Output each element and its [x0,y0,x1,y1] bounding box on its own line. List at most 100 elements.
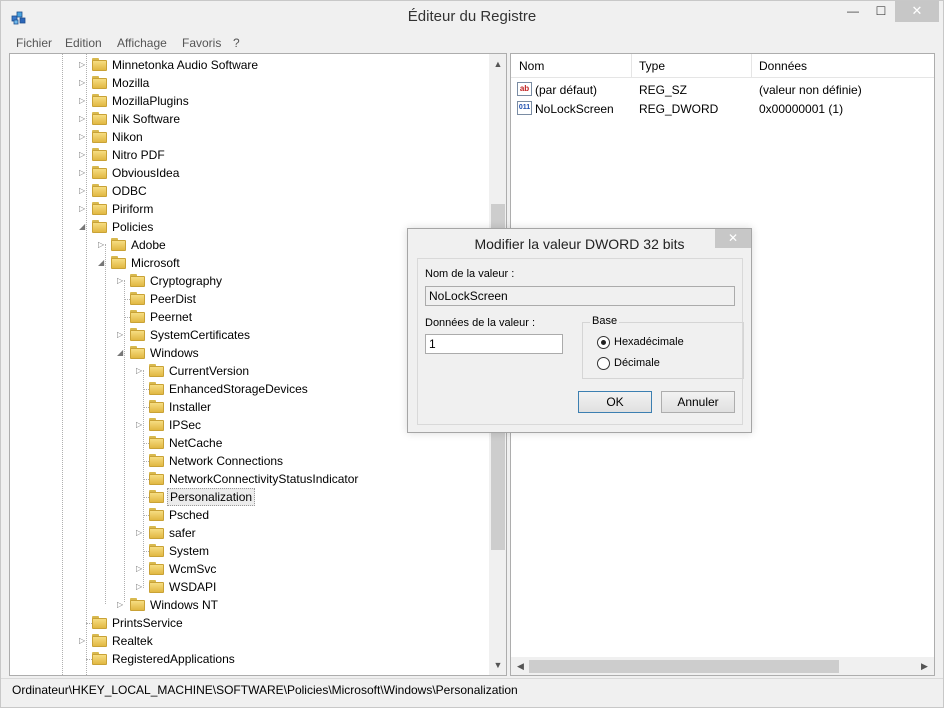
folder-icon [149,562,164,575]
tree-node[interactable]: ▷ Minnetonka Audio Software [10,56,488,74]
value-data-input[interactable]: 1 [425,334,563,354]
tree-node[interactable]: ▷ Mozilla [10,74,488,92]
tree-node[interactable]: ▷ Realtek [10,632,488,650]
folder-icon [149,382,164,395]
expand-arrow-icon[interactable]: ▷ [79,200,88,218]
expand-arrow-icon[interactable]: ▷ [79,56,88,74]
title-bar[interactable]: Éditeur du Registre — ☐ ✕ [1,1,943,32]
expand-arrow-icon[interactable]: ▷ [136,524,145,542]
menu-help[interactable]: ? [233,36,240,50]
tree-node[interactable]: NetworkConnectivityStatusIndicator [10,470,488,488]
expand-arrow-icon[interactable]: ▷ [79,110,88,128]
decimal-radio-label[interactable]: Décimale [614,357,660,369]
tree-node[interactable]: ▷ MozillaPlugins [10,92,488,110]
maximize-button[interactable]: ☐ [867,1,895,22]
tree-node[interactable]: ▷ WcmSvc [10,560,488,578]
folder-icon [92,220,107,233]
hexadecimal-radio[interactable] [597,336,610,349]
tree-node-label: MozillaPlugins [112,94,189,108]
collapse-arrow-icon[interactable]: ◢ [79,218,88,236]
tree-node[interactable]: NetCache [10,434,488,452]
scroll-down-arrow-icon[interactable]: ▼ [489,657,506,674]
tree-node[interactable]: ▷ Piriform [10,200,488,218]
folder-icon [92,112,107,125]
expand-arrow-icon[interactable]: ▷ [79,632,88,650]
expand-arrow-icon[interactable]: ▷ [79,182,88,200]
expand-arrow-icon[interactable]: ▷ [136,560,145,578]
expand-arrow-icon[interactable]: ▷ [136,578,145,596]
ok-button[interactable]: OK [578,391,652,413]
tree-node[interactable]: ▷ Nik Software [10,110,488,128]
expand-arrow-icon[interactable]: ▷ [117,326,126,344]
base-group-title: Base [590,315,620,327]
tree-node[interactable]: Network Connections [10,452,488,470]
folder-icon [92,652,107,665]
expand-arrow-icon[interactable]: ▷ [136,416,145,434]
decimal-radio[interactable] [597,357,610,370]
value-row[interactable]: 011 NoLockScreen REG_DWORD 0x00000001 (1… [511,99,934,118]
expand-arrow-icon[interactable]: ▷ [79,146,88,164]
menu-fichier[interactable]: Fichier [16,36,52,50]
tree-node[interactable]: ▷ Nitro PDF [10,146,488,164]
minimize-button[interactable]: — [839,1,867,22]
tree-node[interactable]: PrintsService [10,614,488,632]
tree-node-label: PrintsService [112,616,183,630]
tree-node-label: IPSec [169,418,202,432]
menu-affichage[interactable]: Affichage [117,36,167,50]
folder-icon [130,274,145,287]
expand-arrow-icon[interactable]: ▷ [117,596,126,614]
tree-node[interactable]: ▷ ODBC [10,182,488,200]
folder-icon [92,148,107,161]
folder-icon [149,472,164,485]
tree-node-label: Microsoft [131,256,180,270]
edit-dword-dialog: Modifier la valeur DWORD 32 bits ✕ Nom d… [407,228,752,433]
column-header-name[interactable]: Nom [519,59,544,73]
cancel-button[interactable]: Annuler [661,391,735,413]
close-button[interactable]: ✕ [895,1,939,22]
base-group: Base Hexadécimale Décimale [582,315,744,379]
expand-arrow-icon[interactable]: ▷ [117,272,126,290]
tree-node[interactable]: ▷ safer [10,524,488,542]
tree-node-label: Network Connections [169,454,284,468]
expand-arrow-icon[interactable]: ▷ [79,128,88,146]
expand-arrow-icon[interactable]: ▷ [79,164,88,182]
column-header-type[interactable]: Type [639,59,665,73]
expand-arrow-icon[interactable]: ▷ [136,362,145,380]
column-separator[interactable] [631,54,632,78]
tree-node-label: Windows [150,346,199,360]
expand-arrow-icon[interactable]: ▷ [79,92,88,110]
scroll-right-arrow-icon[interactable]: ▶ [916,657,933,675]
tree-node[interactable]: Psched [10,506,488,524]
list-horizontal-scrollbar[interactable]: ◀ ▶ [511,657,934,675]
tree-node[interactable]: Personalization [10,488,488,506]
tree-node[interactable]: System [10,542,488,560]
folder-icon [130,310,145,323]
menu-edition[interactable]: Edition [65,36,102,50]
tree-node[interactable]: ▷ ObviousIdea [10,164,488,182]
column-header-data[interactable]: Données [759,59,807,73]
folder-icon [92,94,107,107]
tree-node[interactable]: ▷ WSDAPI [10,578,488,596]
expand-arrow-icon[interactable]: ▷ [79,74,88,92]
collapse-arrow-icon[interactable]: ◢ [117,344,126,362]
tree-node-label: Mozilla [112,76,150,90]
expand-arrow-icon[interactable]: ▷ [98,236,107,254]
tree-node-label: ObviousIdea [112,166,180,180]
value-row[interactable]: ab (par défaut) REG_SZ (valeur non défin… [511,80,934,99]
tree-node-label: Adobe [131,238,166,252]
tree-node-label: Policies [112,220,154,234]
collapse-arrow-icon[interactable]: ◢ [98,254,107,272]
folder-icon [92,634,107,647]
tree-node[interactable]: ▷ Windows NT [10,596,488,614]
tree-node-label: PeerDist [150,292,197,306]
hexadecimal-radio-label[interactable]: Hexadécimale [614,336,684,348]
string-value-icon: ab [517,82,532,96]
tree-node[interactable]: RegisteredApplications [10,650,488,668]
scroll-up-arrow-icon[interactable]: ▲ [489,56,506,73]
menu-favoris[interactable]: Favoris [182,36,221,50]
scroll-left-arrow-icon[interactable]: ◀ [512,657,529,675]
tree-node[interactable]: ▷ Nikon [10,128,488,146]
dialog-close-button[interactable]: ✕ [715,229,751,248]
list-scroll-thumb[interactable] [529,660,839,673]
column-separator[interactable] [751,54,752,78]
